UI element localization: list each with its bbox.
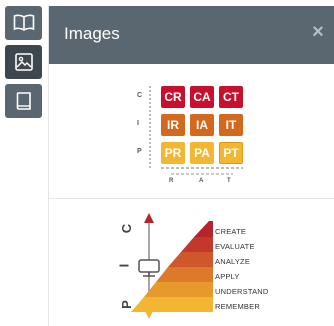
tab-book[interactable] [5,84,42,118]
grid-row-label: P [137,148,142,155]
grid-cell: IR [161,114,185,136]
image-icon [14,52,34,72]
panel-header: Images × [49,6,334,64]
grid-cell: CT [219,86,243,108]
pyramid-level-label: REMEMBER [215,302,260,311]
grid-row-label: C [137,92,143,99]
tab-strip [0,0,48,326]
grid-cell: PT [219,142,243,164]
panel-title: Images [64,24,120,43]
grid-cell: IA [190,114,214,136]
tab-contents[interactable] [5,6,42,40]
pyramid-level-label: APPLY [215,272,240,281]
book-open-icon [13,14,35,32]
pyramid-level-label: UNDERSTAND [215,287,269,296]
grid-caption-text [171,173,233,175]
book-icon [15,91,33,111]
grid-col-label: R [169,178,174,184]
app-root: Images × C I P CR CA CT IR IA IT PR PA P… [0,0,334,326]
close-icon[interactable]: × [307,21,329,43]
pyramid-level-label: CREATE [215,227,247,236]
images-panel: Images × C I P CR CA CT IR IA IT PR PA P… [48,6,334,326]
grid-row-label: I [137,120,139,127]
grid-col-label: T [227,178,231,184]
pyramid-level-label: ANALYZE [215,257,251,266]
grid-cell: CR [161,86,185,108]
pyramid-graphic [131,213,213,319]
grid-cell: PA [190,142,214,164]
pyramid-figure: C I P CREATE EVALUATE ANALYZE APPLY UNDE… [49,199,334,326]
grid-bottom-text [161,167,243,169]
grid-cell: PR [161,142,185,164]
image-thumbnail-pyramid[interactable]: C I P CREATE EVALUATE ANALYZE APPLY UNDE… [49,199,334,326]
grid-side-text [149,86,151,168]
pyramid-level-label: EVALUATE [215,242,255,251]
tab-images[interactable] [5,45,42,79]
grid-cell: CA [190,86,214,108]
grid-cell: IT [219,114,243,136]
grid-col-label: A [199,178,204,184]
image-thumbnail-grid[interactable]: C I P CR CA CT IR IA IT PR PA PT R A T [49,64,334,198]
